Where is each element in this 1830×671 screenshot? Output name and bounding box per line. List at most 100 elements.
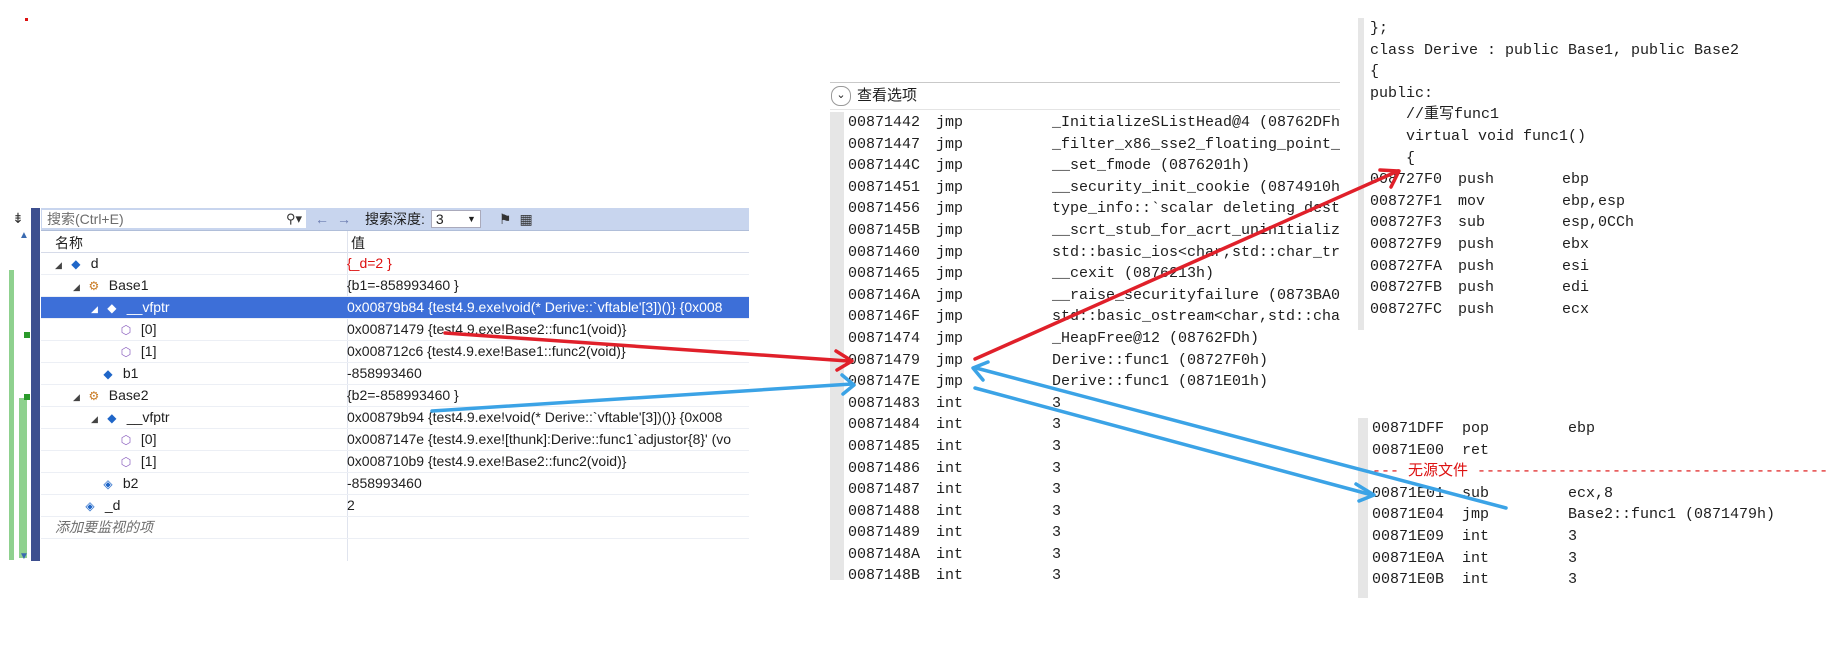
asm-operand: 3 [1052, 545, 1062, 563]
asm-address: 0087148B [848, 567, 921, 580]
asm-operand: __set_fmode (0876201h) [1052, 157, 1251, 175]
collapse-arrow-icon[interactable]: ◢ [73, 277, 83, 296]
watch-row[interactable]: ⬡ [1] 0x008710b9 {test4.9.exe!Base2::fun… [41, 451, 749, 473]
view-options-label: 查看选项 [857, 87, 918, 104]
asm-line: 0087146A jmp __raise_securityfailure (0873… [844, 285, 1340, 307]
depth-select[interactable]: 3 ▼ [430, 210, 481, 228]
watch-row[interactable]: ◢ ⚙ Base1 {b1=-858993460 } [41, 275, 749, 297]
asm-line: 00871479 jmp Derive::func1 (08727F0h) [844, 350, 1340, 372]
marker-icon [24, 332, 30, 338]
asm-address: 00871487 [848, 481, 921, 499]
row-name: Base1 [108, 277, 149, 293]
protected-field-icon: ◈ [85, 499, 95, 513]
chevron-down-icon: ▼ [466, 214, 476, 224]
asm-operand: 3 [1568, 549, 1578, 567]
scroll-up-icon[interactable]: ▲ [19, 230, 29, 241]
watch-row[interactable]: ⬡ [1] 0x008712c6 {test4.9.exe!Base1::fun… [41, 341, 749, 363]
asm-address: 00871456 [848, 200, 921, 218]
asm-line: 00871489 int 3 [844, 522, 1340, 544]
asm-operand: __scrt_stub_for_acrt_uninitialize_c [1052, 221, 1340, 239]
source-line: { [1370, 61, 1830, 83]
asm-line: 0087145B jmp __scrt_stub_for_acrt_uninitia… [844, 220, 1340, 242]
asm-mnemonic: int [936, 416, 964, 434]
asm-address: 00871E09 [1372, 527, 1445, 545]
asm-line: 00871488 int 3 [844, 501, 1340, 523]
collapse-arrow-icon[interactable]: ◢ [73, 387, 83, 406]
asm-mnemonic: int [936, 567, 964, 580]
watch-row[interactable]: ◈ _d 2 [41, 495, 749, 517]
search-input[interactable]: 搜索(Ctrl+E) ⚲▾ [41, 209, 307, 229]
row-value: -858993460 [347, 475, 422, 491]
asm-operand: Derive::func1 (08727F0h) [1052, 351, 1269, 369]
grid-icon[interactable]: ▦ [519, 211, 532, 228]
thunk-pane: 00871DFF pop ebp 00871E00 ret --- 无源文件 ------… [1358, 418, 1830, 598]
asm-line: 00871460 jmp std::basic_ios<char,std::char… [844, 242, 1340, 264]
asm-address: 0087147E [848, 373, 921, 391]
row-name: d [90, 255, 99, 271]
asm-mnemonic: sub [1458, 214, 1486, 232]
asm-line: 008727FA push esi [1370, 256, 1830, 278]
asm-line: 0087147E jmp Derive::func1 (0871E01h) [844, 371, 1340, 393]
col-value-header[interactable]: 值 [351, 233, 365, 253]
view-options-bar[interactable]: ⌄ 查看选项 [830, 82, 1340, 110]
asm-address: 008727F0 [1370, 171, 1443, 189]
asm-mnemonic: jmp [936, 351, 964, 369]
asm-line: 00871484 int 3 [844, 414, 1340, 436]
forward-arrow-icon[interactable]: → [337, 211, 351, 227]
base-class-icon: ⚙ [88, 279, 100, 293]
asm-line: 00871E00 ret [1372, 440, 1830, 462]
source-line: //重写func1 [1370, 104, 1830, 126]
row-value: -858993460 [347, 365, 422, 381]
add-watch-row[interactable]: 添加要监视的项 [41, 517, 749, 539]
asm-line: 00871485 int 3 [844, 436, 1340, 458]
watch-row-selected[interactable]: ◢ ◆ __vfptr 0x00879b84 {test4.9.exe!void… [41, 297, 749, 319]
source-text: { [1370, 149, 1416, 167]
source-text: { [1370, 63, 1380, 81]
row-value: 0x00871479 {test4.9.exe!Base2::func1(voi… [347, 321, 627, 337]
asm-line: 00871E0A int 3 [1372, 548, 1830, 570]
watch-row[interactable]: ◢ ⚙ Base2 {b2=-858993460 } [41, 385, 749, 407]
asm-address: 00871489 [848, 524, 921, 542]
asm-mnemonic: sub [1462, 484, 1490, 502]
asm-line: 0087146F jmp std::basic_ostream<char,std::… [844, 306, 1340, 328]
watch-row[interactable]: ◈ b2 -858993460 [41, 473, 749, 495]
row-value: {_d=2 } [347, 255, 392, 271]
col-name-header[interactable]: 名称 [55, 233, 83, 253]
asm-mnemonic: jmp [1462, 506, 1490, 524]
asm-operand: __raise_securityfailure (0873BA0h) [1052, 286, 1340, 304]
scrollbar-track[interactable] [31, 208, 40, 561]
watch-row[interactable]: ◢ ◆ d {_d=2 } [41, 253, 749, 275]
collapse-arrow-icon[interactable]: ◢ [91, 299, 101, 318]
chevron-down-icon[interactable]: ⌄ [831, 86, 851, 107]
scroll-down-icon[interactable]: ▼ [19, 551, 29, 562]
filter-icon[interactable]: ⚑ [499, 211, 512, 228]
asm-line: 00871442 jmp _InitializeSListHead@4 (08762… [844, 112, 1340, 134]
thunk-lines: 00871DFF pop ebp 00871E00 ret --- 无源文件 ------… [1372, 418, 1830, 591]
watch-row[interactable]: ⬡ [0] 0x00871479 {test4.9.exe!Base2::fun… [41, 319, 749, 341]
asm-line: 00871465 jmp __cexit (0876213h) [844, 263, 1340, 285]
row-value: 0x00879b84 {test4.9.exe!void(* Derive::`… [347, 299, 723, 315]
asm-mnemonic: int [1462, 549, 1490, 567]
asm-mnemonic: jmp [936, 200, 964, 218]
search-icon[interactable]: ⚲▾ [286, 210, 302, 228]
pin-icon[interactable]: ⇟ [8, 208, 28, 228]
collapse-arrow-icon[interactable]: ◢ [55, 255, 65, 274]
row-name: __vfptr [126, 299, 170, 315]
row-value: {b1=-858993460 } [347, 277, 459, 293]
asm-mnemonic: int [936, 545, 964, 563]
watch-row[interactable]: ⬡ [0] 0x0087147e {test4.9.exe![thunk]:De… [41, 429, 749, 451]
asm-mnemonic: jmp [936, 135, 964, 153]
asm-operand: 3 [1052, 416, 1062, 434]
asm-line: 00871456 jmp type_info::`scalar deleting d… [844, 198, 1340, 220]
watch-row[interactable]: ◆ b1 -858993460 [41, 363, 749, 385]
asm-line: 0087144C jmp __set_fmode (0876201h) [844, 155, 1340, 177]
watch-row[interactable]: ◢ ◆ __vfptr 0x00879b94 {test4.9.exe!void… [41, 407, 749, 429]
field-icon: ⬡ [120, 433, 132, 447]
source-text: public: [1370, 84, 1434, 102]
object-icon: ◆ [103, 367, 113, 381]
back-arrow-icon[interactable]: ← [315, 211, 329, 227]
collapse-arrow-icon[interactable]: ◢ [91, 409, 101, 428]
asm-line: 008727F3 sub esp,0CCh [1370, 212, 1830, 234]
asm-mnemonic: jmp [936, 286, 964, 304]
source-text: //重写func1 [1370, 106, 1500, 124]
